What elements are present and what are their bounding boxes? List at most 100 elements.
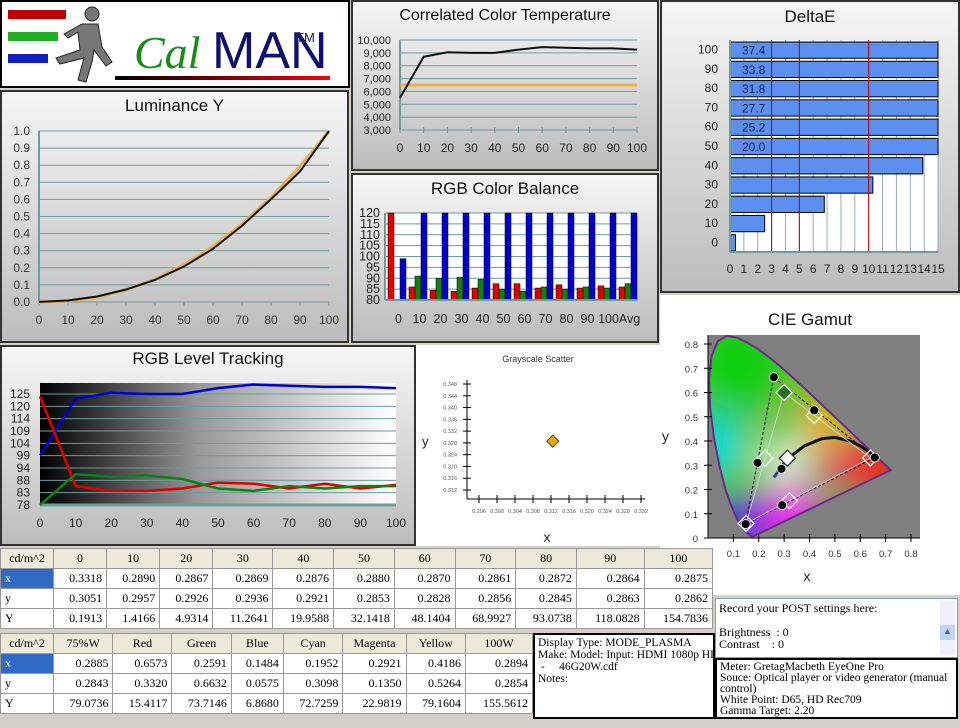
- table-cell[interactable]: 155.5612: [465, 693, 533, 714]
- table-cell[interactable]: 0.2880: [333, 568, 395, 589]
- table-cell[interactable]: 19.9588: [272, 608, 335, 629]
- column-header[interactable]: 70: [454, 548, 517, 569]
- scroll-up-icon[interactable]: ▲: [940, 625, 955, 640]
- table-cell[interactable]: 22.9819: [342, 693, 407, 714]
- display-info-line: - 46G20W.cdf: [538, 661, 618, 673]
- display-info-line: Display Type: MODE_PLASMA: [538, 637, 692, 649]
- table-cell[interactable]: 0.2890: [106, 568, 161, 589]
- post-settings-textarea[interactable]: Record your POST settings here: Brightne…: [715, 598, 958, 703]
- table-cell[interactable]: 0.3098: [282, 673, 344, 694]
- column-header[interactable]: 0: [52, 548, 108, 569]
- table-cell[interactable]: 1.4166: [106, 608, 161, 629]
- column-header[interactable]: Yellow: [405, 633, 467, 654]
- table-cell[interactable]: 0.6573: [112, 653, 173, 674]
- cct-panel: Correlated Color Temperature: [351, 0, 659, 171]
- table-cell[interactable]: 0.3051: [52, 588, 108, 609]
- table-cell[interactable]: 0.2921: [272, 588, 335, 609]
- table-cell[interactable]: 0.1350: [342, 673, 407, 694]
- table-cell[interactable]: 0.2828: [393, 588, 456, 609]
- table-row: x 0.3318 0.2890 0.2867 0.2869 0.2876 0.2880 0.2…: [0, 568, 714, 589]
- table-cell[interactable]: 79.0736: [52, 693, 114, 714]
- table-cell[interactable]: 0.2856: [454, 588, 517, 609]
- table-cell[interactable]: 118.0828: [575, 608, 645, 629]
- table-cell[interactable]: 0.2936: [212, 588, 274, 609]
- column-header[interactable]: 100W: [465, 633, 533, 654]
- table-cell[interactable]: 0.2591: [171, 653, 232, 674]
- rgb-balance-panel: RGB Color Balance: [351, 173, 659, 343]
- row-label[interactable]: Y: [0, 693, 54, 714]
- table-cell[interactable]: 48.1404: [393, 608, 456, 629]
- row-label[interactable]: Y: [0, 608, 54, 629]
- table-cell[interactable]: 0.2870: [393, 568, 456, 589]
- table-cell[interactable]: 0.2875: [643, 568, 714, 589]
- table-cell[interactable]: 0.2843: [52, 673, 114, 694]
- column-header[interactable]: 75%W: [52, 633, 114, 654]
- table-cell[interactable]: 0.3320: [112, 673, 173, 694]
- table-cell[interactable]: 15.4117: [112, 693, 173, 714]
- table-cell[interactable]: 0.2885: [52, 653, 114, 674]
- luminance-panel: Luminance Y: [0, 90, 349, 343]
- table-row: Y 0.1913 1.4166 4.9314 11.2641 19.9588 32.1418…: [0, 608, 714, 629]
- table-cell[interactable]: 0.1952: [282, 653, 344, 674]
- table-cell[interactable]: 0.2876: [272, 568, 335, 589]
- column-header[interactable]: 100: [643, 548, 714, 569]
- table-cell[interactable]: 0.2894: [465, 653, 533, 674]
- unit-header: cd/m^2: [0, 633, 54, 654]
- column-header[interactable]: 20: [159, 548, 214, 569]
- table-row: y 0.2843 0.3320 0.6632 0.0575 0.3098 0.1350 0.5…: [0, 673, 533, 694]
- table-cell[interactable]: 0.2861: [454, 568, 517, 589]
- table-cell[interactable]: 0.2864: [575, 568, 645, 589]
- table-cell[interactable]: 0.3318: [52, 568, 108, 589]
- table-cell[interactable]: 4.9314: [159, 608, 214, 629]
- table-cell[interactable]: 73.7146: [171, 693, 232, 714]
- column-header[interactable]: Blue: [230, 633, 284, 654]
- table-cell[interactable]: 0.2853: [333, 588, 395, 609]
- table-cell[interactable]: 0.0575: [230, 673, 284, 694]
- table-cell[interactable]: 0.2869: [212, 568, 274, 589]
- row-label[interactable]: x: [0, 653, 54, 674]
- column-header[interactable]: Green: [171, 633, 232, 654]
- table-cell[interactable]: 72.7259: [282, 693, 344, 714]
- row-label[interactable]: y: [0, 673, 54, 694]
- table-cell[interactable]: 93.0738: [515, 608, 577, 629]
- table-cell[interactable]: 11.2641: [212, 608, 274, 629]
- column-header[interactable]: 30: [212, 548, 274, 569]
- table-cell[interactable]: 68.9927: [454, 608, 517, 629]
- column-header[interactable]: Magenta: [342, 633, 407, 654]
- header-row: cd/m^2 75%W Red Green Blue Cyan Magenta Yellow 1…: [0, 633, 533, 654]
- table-cell[interactable]: 6.8680: [230, 693, 284, 714]
- rgb-tracking-title: RGB Level Tracking: [132, 349, 284, 368]
- table-cell[interactable]: 0.2862: [643, 588, 714, 609]
- deltae-title: DeltaE: [784, 7, 836, 26]
- table-cell[interactable]: 0.2957: [106, 588, 161, 609]
- table-cell[interactable]: 0.2845: [515, 588, 577, 609]
- table-cell[interactable]: 0.1913: [52, 608, 108, 629]
- table-cell[interactable]: 0.2926: [159, 588, 214, 609]
- column-header[interactable]: 60: [393, 548, 456, 569]
- display-info-box: Display Type: MODE_PLASMA Make: Model: I…: [533, 633, 718, 719]
- table-cell[interactable]: 32.1418: [333, 608, 395, 629]
- table-cell[interactable]: 79.1604: [405, 693, 467, 714]
- column-header[interactable]: 50: [333, 548, 395, 569]
- row-label[interactable]: y: [0, 588, 54, 609]
- table-cell[interactable]: 0.2854: [465, 673, 533, 694]
- table-cell[interactable]: 0.2867: [159, 568, 214, 589]
- table-cell[interactable]: 0.6632: [171, 673, 232, 694]
- calman-logo: Cal MAN TM: [0, 0, 350, 88]
- column-header[interactable]: 90: [575, 548, 645, 569]
- column-header[interactable]: Red: [112, 633, 173, 654]
- table-cell[interactable]: 0.2921: [342, 653, 407, 674]
- table-cell[interactable]: 0.2872: [515, 568, 577, 589]
- column-header[interactable]: Cyan: [282, 633, 344, 654]
- column-header[interactable]: 40: [272, 548, 335, 569]
- table-cell[interactable]: 154.7836: [643, 608, 714, 629]
- scrollbar[interactable]: ▲ ▼: [940, 601, 955, 703]
- row-label[interactable]: x: [0, 568, 54, 589]
- luminance-title: Luminance Y: [125, 96, 224, 115]
- column-header[interactable]: 10: [106, 548, 161, 569]
- table-cell[interactable]: 0.2863: [575, 588, 645, 609]
- table-cell[interactable]: 0.5264: [405, 673, 467, 694]
- table-cell[interactable]: 0.4186: [405, 653, 467, 674]
- column-header[interactable]: 80: [515, 548, 577, 569]
- table-cell[interactable]: 0.1484: [230, 653, 284, 674]
